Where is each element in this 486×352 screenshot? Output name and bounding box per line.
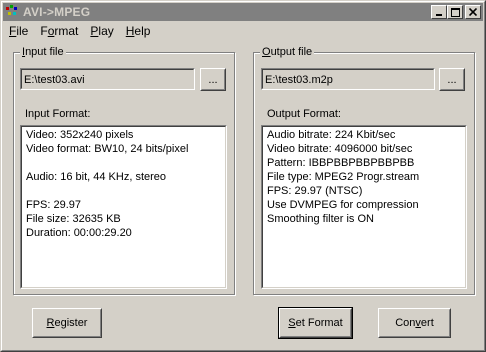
convert-button-label: Convert: [395, 317, 434, 329]
register-button[interactable]: Register: [32, 308, 102, 338]
input-path-value: E:\test03.avi: [21, 69, 194, 89]
close-icon: [469, 8, 477, 16]
main-window: AVI->MPEG File Format Play Help Input fi…: [0, 0, 486, 352]
input-file-group-label: Input file: [20, 45, 66, 59]
output-format-line: FPS: 29.97 (NTSC): [267, 185, 363, 197]
set-format-button[interactable]: Set Format: [278, 307, 353, 339]
output-browse-button[interactable]: ...: [439, 68, 465, 91]
maximize-icon: [450, 7, 460, 17]
app-icon: [5, 4, 21, 20]
menu-format[interactable]: Format: [34, 22, 84, 40]
input-browse-label: ...: [208, 73, 218, 86]
convert-button[interactable]: Convert: [378, 308, 451, 338]
set-format-button-label: Set Format: [288, 317, 343, 329]
minimize-icon: [436, 14, 442, 16]
output-format-line: Pattern: IBBPBBPBBPBBPBB: [267, 157, 415, 169]
input-path-field[interactable]: E:\test03.avi: [20, 68, 195, 90]
output-format-label: Output Format:: [267, 108, 341, 120]
input-format-line: File size: 32635 KB: [26, 213, 121, 225]
output-format-box[interactable]: Audio bitrate: 224 Kbit/sec Video bitrate…: [261, 125, 467, 289]
minimize-button[interactable]: [431, 5, 447, 19]
output-format-line: Video bitrate: 4096000 bit/sec: [267, 143, 413, 155]
output-browse-label: ...: [447, 73, 457, 86]
input-format-line: FPS: 29.97: [26, 199, 82, 211]
input-format-line: Duration: 00:00:29.20: [26, 227, 132, 239]
input-format-box[interactable]: Video: 352x240 pixels Video format: BW10,…: [20, 125, 227, 289]
output-path-value: E:\test03.m2p: [262, 69, 434, 89]
window-title: AVI->MPEG: [23, 5, 91, 19]
menu-bar: File Format Play Help: [3, 22, 156, 40]
input-format-lines: Video: 352x240 pixels Video format: BW10,…: [21, 126, 226, 288]
output-format-line: Use DVMPEG for compression: [267, 199, 419, 211]
input-format-line: [26, 184, 221, 198]
title-bar[interactable]: AVI->MPEG: [3, 3, 483, 21]
menu-help[interactable]: Help: [120, 22, 157, 40]
output-file-group-label: Output file: [260, 45, 315, 59]
input-format-line: Video format: BW10, 24 bits/pixel: [26, 143, 189, 155]
input-format-line: Video: 352x240 pixels: [26, 129, 134, 141]
maximize-button[interactable]: [447, 5, 463, 19]
output-format-line: Audio bitrate: 224 Kbit/sec: [267, 129, 396, 141]
input-format-line: Audio: 16 bit, 44 KHz, stereo: [26, 171, 167, 183]
input-browse-button[interactable]: ...: [200, 68, 226, 91]
input-format-label: Input Format:: [25, 108, 91, 120]
output-format-line: File type: MPEG2 Progr.stream: [267, 171, 420, 183]
close-button[interactable]: [465, 5, 481, 19]
output-format-line: Smoothing filter is ON: [267, 213, 374, 225]
register-button-label: Register: [46, 317, 88, 329]
input-format-line: [26, 156, 221, 170]
output-format-lines: Audio bitrate: 224 Kbit/sec Video bitrate…: [262, 126, 466, 288]
output-path-field[interactable]: E:\test03.m2p: [261, 68, 435, 90]
menu-file[interactable]: File: [3, 22, 34, 40]
menu-play[interactable]: Play: [84, 22, 119, 40]
title-buttons: [431, 5, 481, 19]
